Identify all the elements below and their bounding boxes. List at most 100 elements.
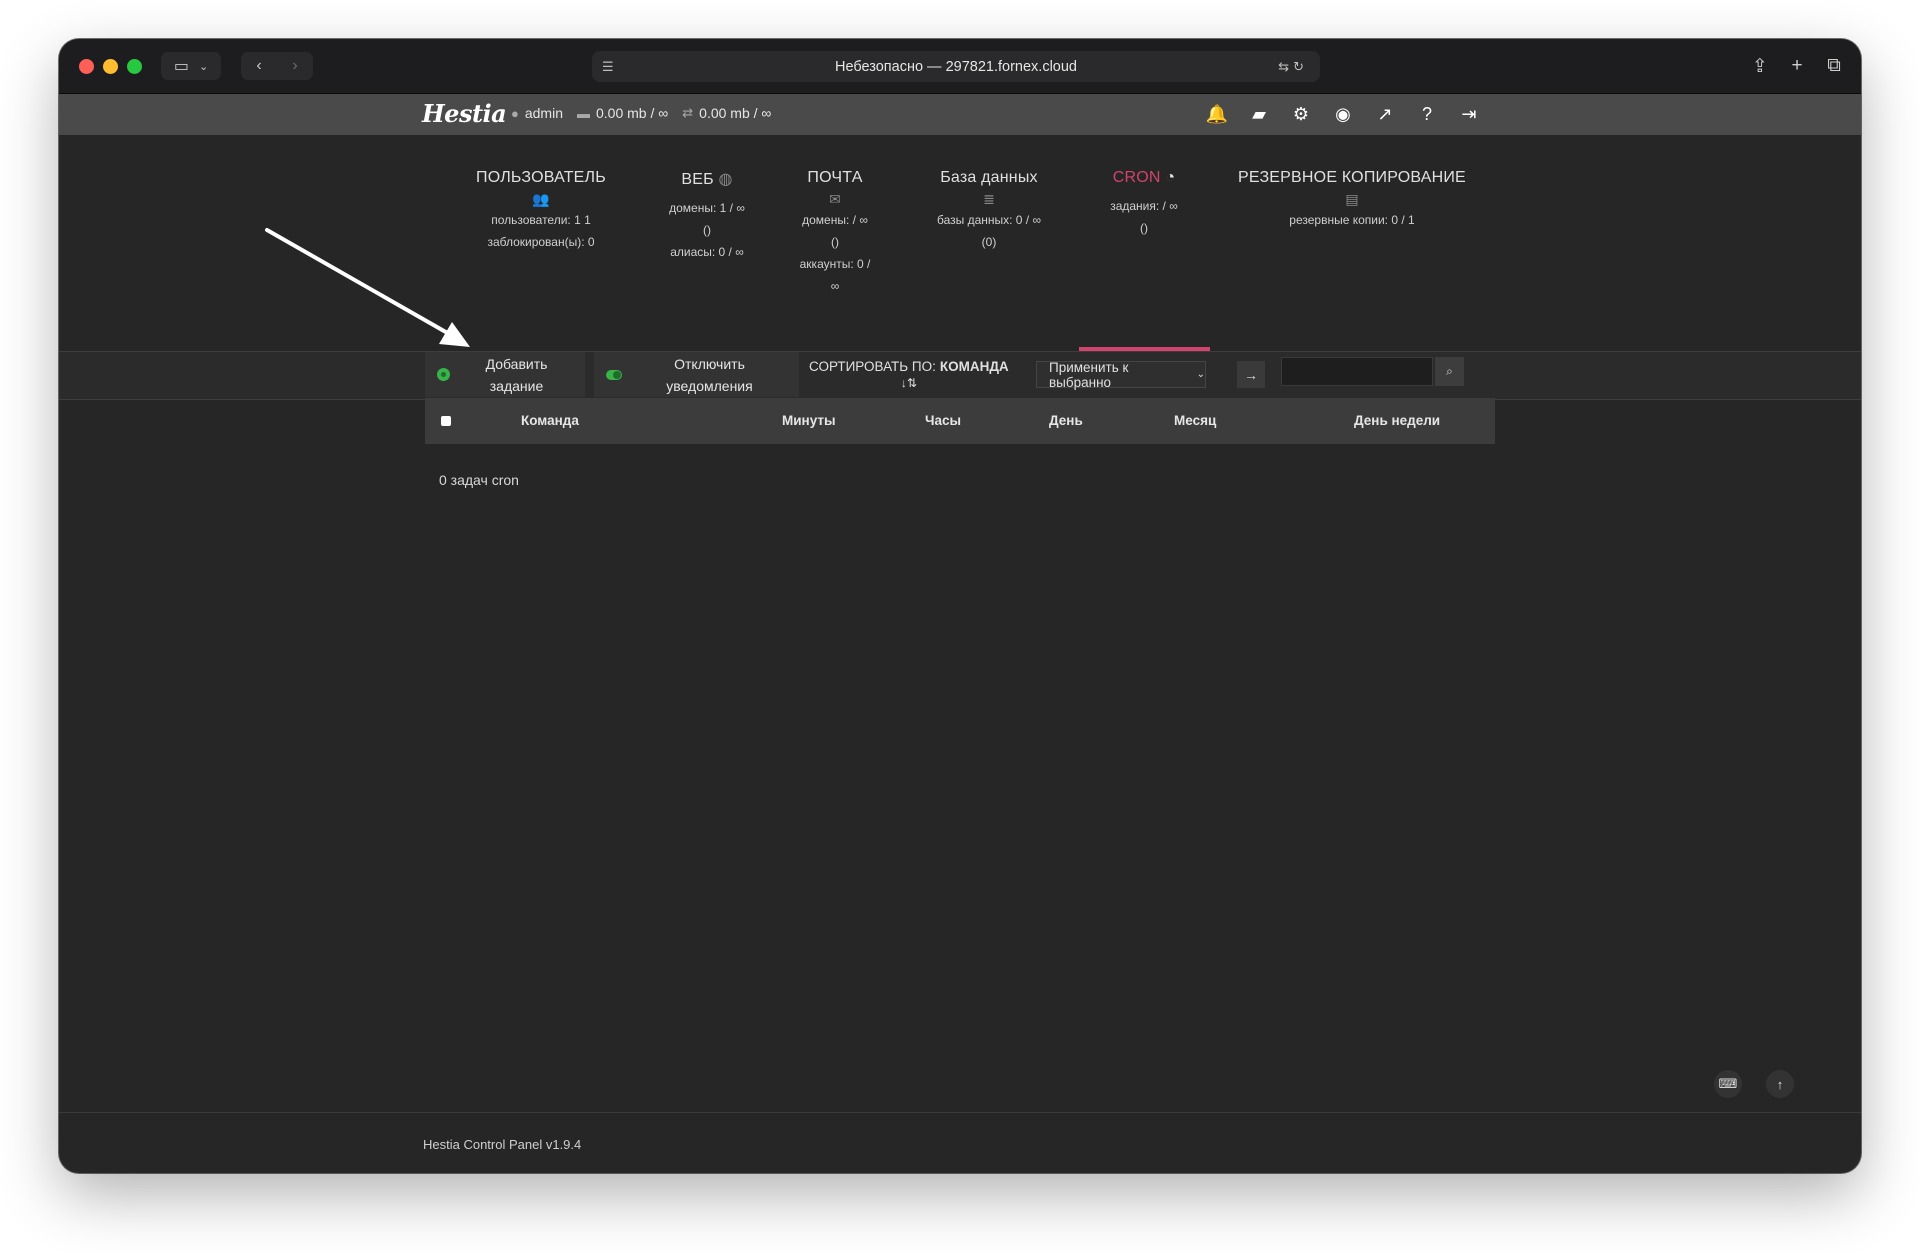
add-icon [437,368,450,381]
stat-line: задания: / ∞ [1110,199,1178,213]
keyboard-icon: ⌨ [1718,1076,1738,1091]
new-tab-icon[interactable]: + [1783,52,1811,80]
page-menu-icon[interactable]: ☰ [602,59,614,75]
stat-line: () [831,235,839,249]
mail-icon: ✉ [829,191,841,207]
bell-icon[interactable]: 🔔 [1205,102,1229,126]
hestia-logo[interactable]: Hestia [422,99,507,128]
disk-icon: ▬ [577,105,590,121]
arrow-right-icon: → [1244,366,1258,383]
sort-label: СОРТИРОВАТЬ ПО: [809,359,936,374]
top-icons: 🔔 ▰ ⚙ ◉ ↗ ? ⇥ [1205,102,1481,126]
sort-direction-icon[interactable]: ↓⇅ [809,376,1009,390]
logout-icon[interactable]: ⇥ [1457,102,1481,126]
user-circle-icon[interactable]: ◉ [1331,102,1355,126]
col-month: Месяц [1174,413,1217,428]
col-hours: Часы [925,413,962,428]
footer-divider [59,1112,1861,1113]
disk-usage: 0.00 mb / ∞ [596,105,669,121]
col-minutes: Минуты [782,413,836,428]
disable-notifications-button[interactable]: Отключить уведомления [594,352,799,397]
chevron-down-icon: ⌄ [1196,369,1205,380]
hestia-top-bar: Hestia ● admin ▬ 0.00 mb / ∞ ⇄ 0.00 mb /… [59,94,1861,135]
stat-title: ПОЧТА [807,169,863,186]
database-icon: ≣ [983,191,995,207]
col-command[interactable]: Команда [521,413,579,428]
address-bar[interactable]: ☰ Небезопасно — 297821.fornex.cloud ⇆↻ [592,51,1320,82]
stat-line: ∞ [830,279,840,293]
stat-mail[interactable]: ПОЧТА ✉ домены: / ∞ () аккаунты: 0 / ∞ [783,169,887,297]
stat-title: РЕЗЕРВНОЕ КОПИРОВАНИЕ [1238,169,1466,186]
users-icon: 👥 [532,191,550,207]
stat-line: алиасы: 0 / ∞ [670,245,744,259]
top-stats: ● admin ▬ 0.00 mb / ∞ ⇄ 0.00 mb / ∞ [511,105,785,121]
stat-line: () [1140,221,1148,235]
navigation-buttons: ‹ › [241,52,313,80]
toggle-icon [606,369,622,380]
stat-cron[interactable]: CRON ◔ задания: / ∞ () [1089,169,1199,239]
tabs-overview-icon[interactable]: ⧉ [1820,52,1848,80]
chevron-down-icon: ⌄ [198,60,209,73]
forward-icon[interactable]: › [277,57,313,75]
empty-list-text: 0 задач cron [439,472,519,488]
help-icon[interactable]: ? [1415,102,1439,126]
sort-value: КОМАНДА [939,359,1009,374]
stat-user[interactable]: ПОЛЬЗОВАТЕЛЬ 👥 пользователи: 1 1 заблоки… [450,169,632,253]
stat-title: CRON ◔ [1089,169,1199,187]
stat-database[interactable]: База данных ≣ базы данных: 0 / ∞ (0) [921,169,1057,253]
stat-line: аккаунты: 0 / [799,257,871,271]
globe-icon: ◍ [718,171,733,188]
scroll-top-button[interactable]: ↑ [1766,1070,1794,1098]
bulk-action-label: Применить к выбранно [1049,359,1129,390]
file-icon: ▤ [1345,191,1359,207]
stat-line: домены: / ∞ [802,213,868,227]
search-input[interactable] [1281,357,1433,386]
stat-web[interactable]: ВЕБ ◍ домены: 1 / ∞ () алиасы: 0 / ∞ [655,169,759,263]
table-header: Команда Минуты Часы День Месяц День неде… [425,398,1495,444]
zoom-window-button[interactable] [127,59,142,74]
stat-title: ПОЛЬЗОВАТЕЛЬ [476,169,606,186]
stat-title: ВЕБ ◍ [655,169,759,189]
minimize-window-button[interactable] [103,59,118,74]
arrow-up-icon: ↑ [1776,1076,1784,1092]
search-icon: ⌕ [1446,364,1453,378]
col-day: День [1049,413,1083,428]
stat-line: резервные копии: 0 / 1 [1289,213,1415,227]
add-job-button[interactable]: Добавить задание [425,352,585,397]
share-icon[interactable]: ⇪ [1746,52,1774,80]
stat-line: домены: 1 / ∞ [669,201,745,215]
stat-backup[interactable]: РЕЗЕРВНОЕ КОПИРОВАНИЕ ▤ резервные копии:… [1229,169,1475,231]
gear-icon[interactable]: ⚙ [1289,102,1313,126]
sidebar-toggle-button[interactable]: ▭ ⌄ [161,52,221,80]
bulk-action-select[interactable]: Применить к выбранно ⌄ [1036,359,1206,390]
footer-version: Hestia Control Panel v1.9.4 [423,1137,582,1152]
back-icon[interactable]: ‹ [241,57,277,75]
sidebar-icon: ▭ [173,58,189,75]
stat-line: базы данных: 0 / ∞ [936,213,1042,227]
folder-icon[interactable]: ▰ [1247,102,1271,126]
sort-control[interactable]: СОРТИРОВАТЬ ПО: КОМАНДА ↓⇅ [809,359,1009,390]
bandwidth-usage: 0.00 mb / ∞ [699,105,772,121]
safari-toolbar: ▭ ⌄ ‹ › ☰ Небезопасно — 297821.fornex.cl… [59,39,1861,94]
address-text: Небезопасно — 297821.fornex.cloud [834,58,1077,75]
translate-reload-icons[interactable]: ⇆↻ [1278,59,1308,75]
user-icon: ● [511,105,519,121]
close-window-button[interactable] [79,59,94,74]
apply-arrow-button[interactable]: → [1237,361,1265,388]
username[interactable]: admin [525,105,563,121]
browser-window: ▭ ⌄ ‹ › ☰ Небезопасно — 297821.fornex.cl… [59,39,1861,1173]
stat-title-text: CRON [1112,169,1161,186]
stat-title-text: ВЕБ [681,171,714,188]
col-weekday: День недели [1354,413,1441,428]
clock-icon: ◔ [1165,169,1176,186]
stat-line: пользователи: 1 1 [491,213,591,227]
keyboard-shortcuts-button[interactable]: ⌨ [1714,1070,1742,1098]
stat-line: () [703,223,711,237]
bandwidth-icon: ⇄ [682,105,694,120]
select-all-checkbox[interactable] [441,416,451,426]
disable-notifications-label: Отключить уведомления [666,355,753,394]
search-button[interactable]: ⌕ [1435,357,1464,386]
chart-icon[interactable]: ↗ [1373,102,1397,126]
stat-line: (0) [981,235,997,249]
add-job-label: Добавить задание [485,355,548,394]
